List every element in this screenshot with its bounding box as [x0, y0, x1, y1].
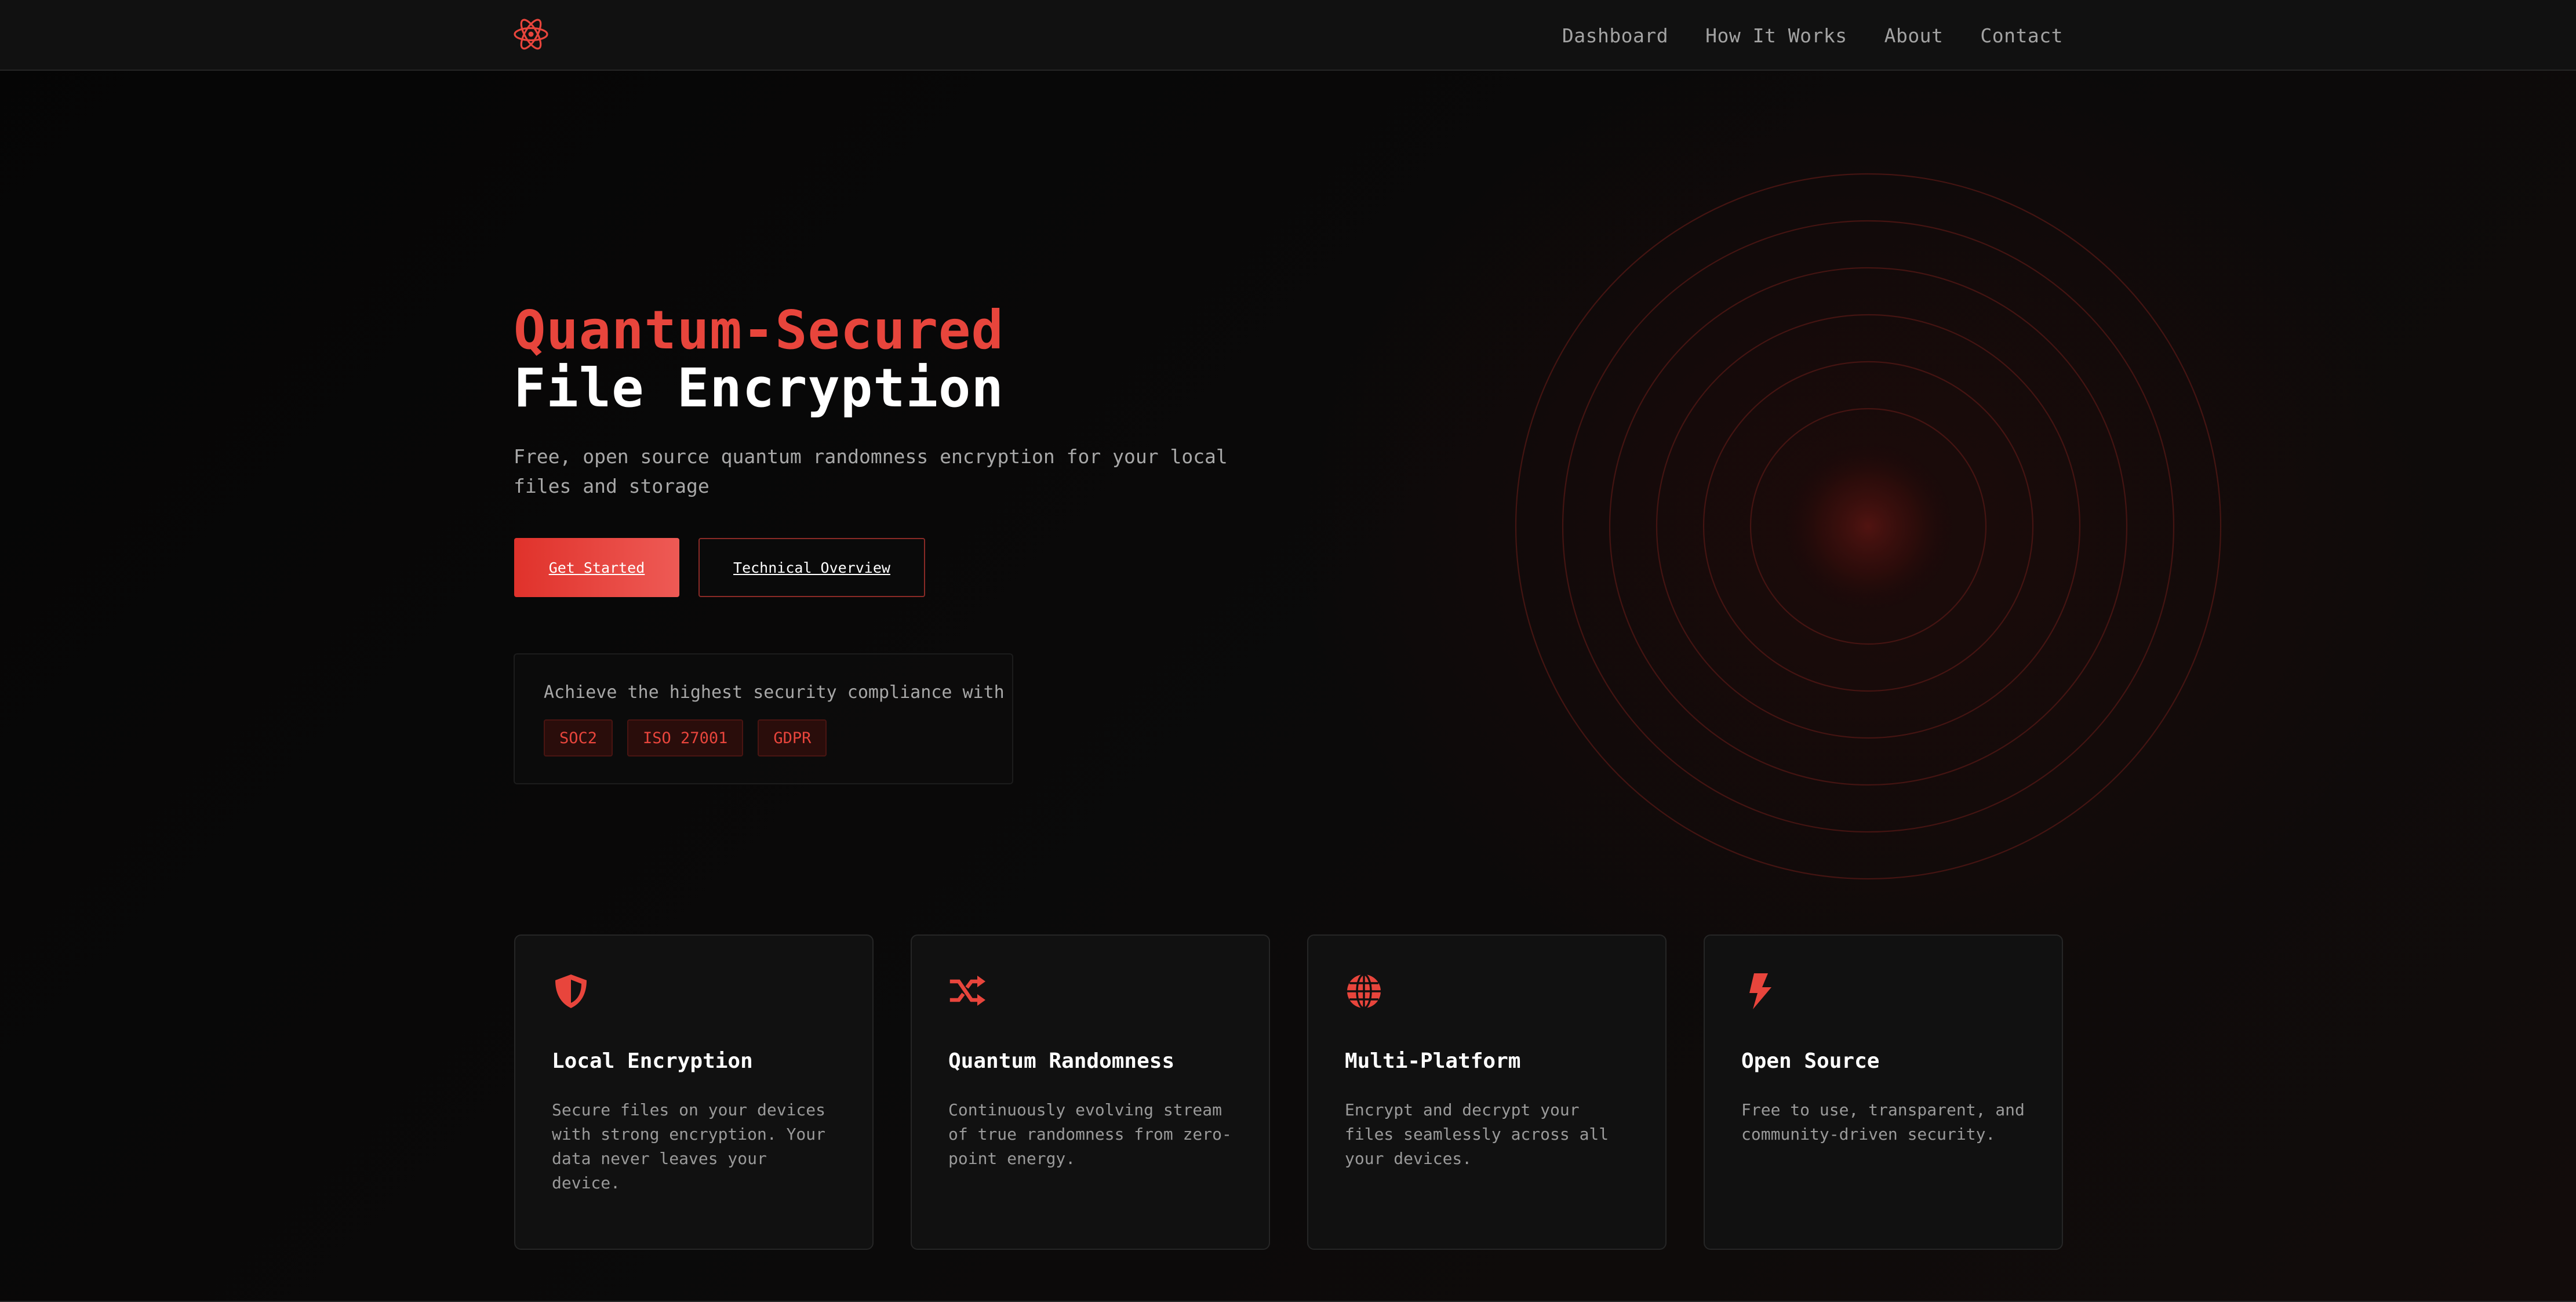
badge-gdpr: GDPR: [758, 719, 827, 757]
feature-card-local-encryption: Local Encryption Secure files on your de…: [514, 934, 874, 1250]
navbar: Dashboard How It Works About Contact: [0, 0, 2576, 71]
nav-about[interactable]: About: [1884, 24, 1944, 47]
shuffle-icon: [949, 976, 985, 1006]
compliance-box: Achieve the highest security compliance …: [514, 653, 1013, 784]
shield-icon: [555, 974, 587, 1008]
hero-subtitle: Free, open source quantum randomness enc…: [514, 445, 1228, 497]
get-started-button[interactable]: Get Started: [514, 538, 679, 597]
compliance-text: Achieve the highest security compliance …: [544, 682, 1005, 703]
main-nav: Dashboard How It Works About Contact: [1562, 0, 2063, 71]
feature-description: Secure files on your devices with strong…: [552, 1100, 826, 1192]
feature-description: Encrypt and decrypt your files seamlessl…: [1345, 1100, 1609, 1168]
hero-title: Quantum-Secured File Encryption: [514, 301, 1004, 417]
globe-icon: [1347, 973, 1381, 1009]
nav-how-it-works[interactable]: How It Works: [1705, 24, 1847, 47]
feature-title: Local Encryption: [552, 1049, 753, 1073]
bolt-icon: [1749, 973, 1771, 1009]
feature-title: Open Source: [1741, 1049, 1880, 1073]
compliance-badges: SOC2 ISO 27001 GDPR: [544, 719, 827, 757]
hero-title-main: File Encryption: [514, 357, 1004, 419]
badge-soc2: SOC2: [544, 719, 613, 757]
feature-card-open-source: Open Source Free to use, transparent, an…: [1704, 934, 2063, 1250]
hero-title-accent: Quantum-Secured: [514, 299, 1004, 361]
feature-description: Continuously evolving stream of true ran…: [948, 1100, 1232, 1168]
badge-iso-27001: ISO 27001: [627, 719, 744, 757]
technical-overview-button[interactable]: Technical Overview: [698, 538, 925, 597]
nav-contact[interactable]: Contact: [1980, 24, 2063, 47]
page: Dashboard How It Works About Contact Qua…: [0, 0, 2576, 1302]
feature-card-quantum-randomness: Quantum Randomness Continuously evolving…: [911, 934, 1270, 1250]
atom-icon[interactable]: [512, 16, 550, 53]
feature-title: Quantum Randomness: [948, 1049, 1175, 1073]
nav-dashboard[interactable]: Dashboard: [1562, 24, 1668, 47]
feature-description: Free to use, transparent, and community-…: [1741, 1100, 2025, 1144]
feature-title: Multi-Platform: [1345, 1049, 1521, 1073]
feature-card-multi-platform: Multi-Platform Encrypt and decrypt your …: [1307, 934, 1667, 1250]
quantum-rings-graphic: [1515, 173, 2222, 880]
